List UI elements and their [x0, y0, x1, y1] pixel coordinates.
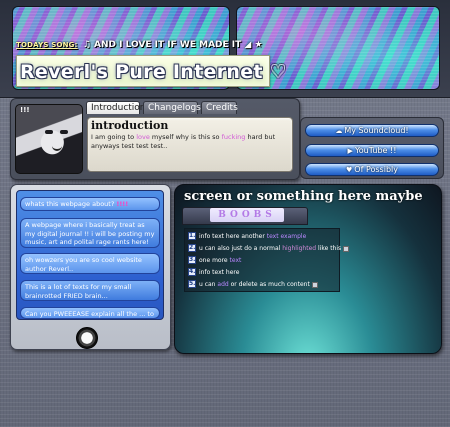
now-playing-ticker: TODAYS SONG: ♫ AND I LOVE IT IF WE MADE … — [16, 40, 266, 53]
chat-message: oh wowzers you are so cool website autho… — [20, 253, 160, 274]
of-possibly-link-button[interactable]: ♥ Of Possibly — [305, 163, 439, 176]
chat-message: Can you PWEEEASE explain all the ... to — [20, 307, 160, 319]
tab-changelogs[interactable]: Changelogs — [143, 101, 201, 114]
avatar-eye-left — [45, 130, 53, 134]
chat-message: This is a lot of texts for my small brai… — [20, 280, 160, 301]
list-number: 5. — [188, 280, 196, 288]
list-text: one more — [199, 257, 230, 264]
image-placeholder-icon — [343, 245, 350, 252]
intro-body-emph2: fucking — [221, 133, 246, 141]
list-highlight[interactable]: text example — [267, 233, 307, 240]
ticker-trailing-icons: ◢ ★ — [244, 40, 263, 50]
soundcloud-link-label: My Soundcloud! — [344, 126, 409, 135]
youtube-link-button[interactable]: ▶ YouTube !! — [305, 144, 439, 157]
intro-body-emph: love — [136, 133, 150, 141]
intro-body: I am going to love myself why is this so… — [91, 133, 289, 151]
list-item: 2. u can also just do a normal highlighte… — [188, 244, 350, 253]
site-title: Reverl's Pure Internet ♡ — [20, 61, 288, 83]
list-item: 5. u can add or delete as much content — [188, 280, 338, 289]
tab-credits[interactable]: Credits — [201, 101, 238, 114]
list-highlight[interactable]: add — [217, 281, 228, 288]
of-possibly-link-label: Of Possibly — [354, 165, 398, 174]
section-tab-label: BOOBS — [218, 210, 276, 220]
list-text: info text here — [199, 269, 240, 276]
ticker-label: TODAYS SONG: — [16, 41, 78, 49]
intro-heading: introduction — [91, 119, 169, 132]
list-text: u can also just do a normal — [199, 245, 283, 252]
youtube-link-label: YouTube !! — [354, 146, 397, 155]
chat-message-accent: !!!! — [116, 200, 129, 208]
cloud-icon: ☁ — [335, 127, 343, 135]
list-text: info text here another — [199, 233, 267, 240]
list-item: 1. info text here another text example — [188, 232, 338, 241]
tab-introduction[interactable]: Introduction — [86, 101, 146, 114]
music-note-icon: ♫ — [82, 40, 91, 50]
list-number: 2. — [188, 244, 196, 252]
youtube-icon: ▶ — [347, 147, 353, 155]
avatar-label: !!! — [20, 106, 30, 114]
ticker-song: AND I LOVE IT IF WE MADE IT — [94, 40, 242, 50]
avatar-eye-right — [60, 130, 68, 134]
list-item: 4. info text here — [188, 268, 338, 277]
avatar — [15, 104, 83, 174]
list-text: or delete as much content — [228, 281, 312, 288]
intro-body-part2: myself why is this so — [149, 133, 222, 141]
chat-message: whats this webpage about? !!!! — [20, 197, 160, 211]
image-placeholder-icon — [311, 281, 318, 288]
list-highlight[interactable]: text — [230, 257, 242, 264]
chat-message: A webpage where i basically treat as my … — [20, 218, 160, 248]
intro-body-part1: I am going to — [91, 133, 137, 141]
list-item: 3. one more text — [188, 256, 338, 265]
chat-message-text: whats this webpage about? — [25, 200, 115, 208]
list-number: 3. — [188, 256, 196, 264]
soundcloud-link-button[interactable]: ☁ My Soundcloud! — [305, 124, 439, 137]
list-text: like this — [316, 245, 344, 252]
list-number: 4. — [188, 268, 196, 276]
knob-center-icon — [84, 336, 90, 339]
main-heading: screen or something here maybe — [184, 189, 423, 204]
list-text: u can — [199, 281, 218, 288]
heart-icon: ♥ — [346, 166, 353, 174]
list-highlight[interactable]: highlighted — [282, 245, 316, 252]
list-number: 1. — [188, 232, 196, 240]
